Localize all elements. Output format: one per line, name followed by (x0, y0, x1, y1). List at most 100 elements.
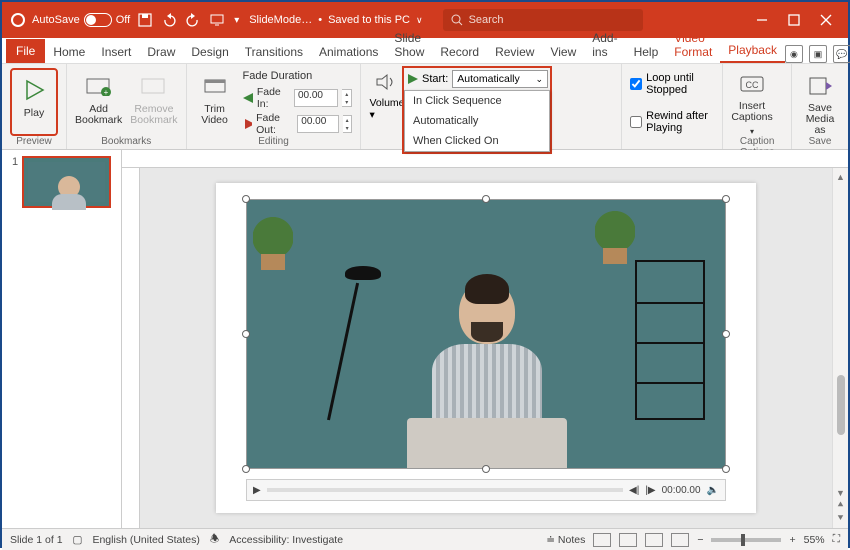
loop-checkbox[interactable]: Loop until Stopped (630, 72, 714, 96)
language-status[interactable]: English (United States) (92, 534, 199, 546)
media-playbar[interactable]: ▶ ◀| |▶ 00:00.00 🔈 (246, 479, 726, 501)
save-icon[interactable] (138, 13, 152, 27)
tab-help[interactable]: Help (626, 41, 667, 63)
thumbnail-number: 1 (12, 156, 18, 208)
fade-out-label: Fade Out: (256, 112, 293, 136)
tab-home[interactable]: Home (45, 41, 93, 63)
next-frame-icon[interactable]: |▶ (645, 485, 655, 496)
tab-transitions[interactable]: Transitions (237, 41, 311, 63)
tab-slideshow[interactable]: Slide Show (386, 27, 432, 63)
autosave-label: AutoSave (32, 14, 80, 26)
tab-review[interactable]: Review (487, 41, 542, 63)
record-button-icon[interactable]: ◉ (785, 45, 803, 63)
fit-to-window-button[interactable]: ⛶ (833, 533, 840, 546)
vertical-scrollbar[interactable]: ▲ ▼ ⯅ ⯆ (832, 168, 848, 528)
slideshow-view-button[interactable] (671, 533, 689, 547)
trim-video-button[interactable]: Trim Video (195, 68, 235, 136)
next-slide-icon[interactable]: ⯆ (836, 513, 844, 524)
tab-video-format[interactable]: Video Format (666, 27, 720, 63)
fade-in-input[interactable]: 00.00 (294, 89, 338, 107)
play-icon[interactable]: ▶ (253, 485, 261, 496)
status-bar: Slide 1 of 1 ▢ English (United States) 🕭… (2, 528, 848, 550)
slide-stage[interactable]: ▶ ◀| |▶ 00:00.00 🔈 (140, 168, 832, 528)
svg-text:CC: CC (746, 80, 759, 90)
start-option-clicked[interactable]: When Clicked On (405, 131, 549, 151)
start-select[interactable]: Automatically ⌄ (452, 70, 548, 88)
rewind-checkbox[interactable]: Rewind after Playing (630, 110, 714, 134)
tab-insert[interactable]: Insert (93, 41, 139, 63)
fade-out-input[interactable]: 00.00 (297, 115, 338, 133)
chevron-down-icon: ⌄ (535, 74, 543, 85)
tab-file[interactable]: File (6, 39, 45, 63)
maximize-button[interactable] (788, 14, 800, 26)
vertical-ruler (122, 168, 140, 528)
save-media-label: Save Media as (800, 103, 840, 136)
slide[interactable]: ▶ ◀| |▶ 00:00.00 🔈 (216, 183, 756, 513)
fade-duration-group: Fade Duration Fade In: 00.00 ▴▾ Fade Out… (243, 68, 353, 136)
svg-text:+: + (103, 88, 108, 96)
undo-icon[interactable] (162, 13, 176, 27)
redo-icon[interactable] (186, 13, 200, 27)
fade-in-spinner[interactable]: ▴▾ (342, 89, 352, 107)
toggle-switch[interactable] (84, 13, 112, 27)
qat-more-icon[interactable]: ▾ (234, 15, 239, 26)
slide-thumbnail-1[interactable] (22, 156, 111, 208)
fade-header: Fade Duration (243, 70, 353, 82)
normal-view-button[interactable] (593, 533, 611, 547)
camera-icon[interactable]: ▣ (809, 45, 827, 63)
volume-button[interactable]: Volume ▾ (369, 68, 404, 136)
zoom-slider[interactable] (711, 538, 781, 542)
scroll-up-icon[interactable]: ▲ (836, 172, 845, 182)
tab-view[interactable]: View (542, 41, 584, 63)
start-dropdown-menu: In Click Sequence Automatically When Cli… (404, 90, 550, 152)
group-save: Save Media as Save (792, 64, 848, 149)
tab-playback[interactable]: Playback (720, 39, 785, 63)
group-bookmarks: + Add Bookmark Remove Bookmark Bookmarks (67, 64, 187, 149)
window-controls (756, 14, 840, 26)
group-loop-rewind: Loop until Stopped Rewind after Playing (622, 64, 723, 149)
prev-slide-icon[interactable]: ⯅ (836, 500, 844, 511)
group-label-bookmarks: Bookmarks (75, 136, 178, 147)
bookmark-remove-icon (140, 72, 168, 100)
play-button[interactable]: Play (14, 72, 54, 119)
zoom-in-button[interactable]: + (789, 534, 795, 546)
video-object[interactable] (246, 199, 726, 469)
close-button[interactable] (820, 14, 832, 26)
comments-icon[interactable]: 💬 (833, 45, 850, 63)
add-bookmark-button[interactable]: + Add Bookmark (75, 68, 122, 136)
tab-design[interactable]: Design (183, 41, 236, 63)
insert-captions-button[interactable]: CC Insert Captions ▾ (731, 68, 772, 136)
tab-addins[interactable]: Add-ins (584, 27, 625, 63)
start-icon (406, 72, 420, 86)
group-preview: Play Preview (2, 64, 67, 149)
save-state: Saved to this PC (328, 14, 410, 26)
group-caption-options: CC Insert Captions ▾ Caption Options (723, 64, 792, 149)
fade-out-spinner[interactable]: ▴▾ (343, 115, 353, 133)
play-label: Play (24, 108, 44, 119)
tab-draw[interactable]: Draw (139, 41, 183, 63)
start-option-auto[interactable]: Automatically (405, 111, 549, 131)
tab-animations[interactable]: Animations (311, 41, 386, 63)
sorter-view-button[interactable] (619, 533, 637, 547)
minimize-button[interactable] (756, 14, 768, 26)
save-media-button[interactable]: Save Media as (800, 68, 840, 136)
zoom-level[interactable]: 55% (804, 534, 825, 546)
reading-view-button[interactable] (645, 533, 663, 547)
start-option-in-click[interactable]: In Click Sequence (405, 91, 549, 111)
prev-frame-icon[interactable]: ◀| (629, 485, 639, 496)
notes-button[interactable]: ≐ Notes (546, 534, 585, 546)
group-label-save: Save (800, 136, 840, 147)
seek-track[interactable] (267, 488, 623, 492)
scroll-thumb[interactable] (837, 375, 845, 435)
search-icon (451, 14, 463, 26)
tab-record[interactable]: Record (432, 41, 487, 63)
group-editing: Trim Video Fade Duration Fade In: 00.00 … (187, 64, 362, 149)
scroll-down-icon[interactable]: ▼ (836, 488, 845, 498)
slide-counter[interactable]: Slide 1 of 1 (10, 534, 63, 546)
mute-icon[interactable]: 🔈 (707, 485, 719, 496)
autosave-toggle[interactable]: AutoSave Off (32, 13, 130, 27)
zoom-out-button[interactable]: − (697, 534, 703, 546)
present-icon[interactable] (210, 13, 224, 27)
accessibility-status[interactable]: Accessibility: Investigate (229, 534, 343, 546)
fade-in-icon (243, 93, 253, 103)
